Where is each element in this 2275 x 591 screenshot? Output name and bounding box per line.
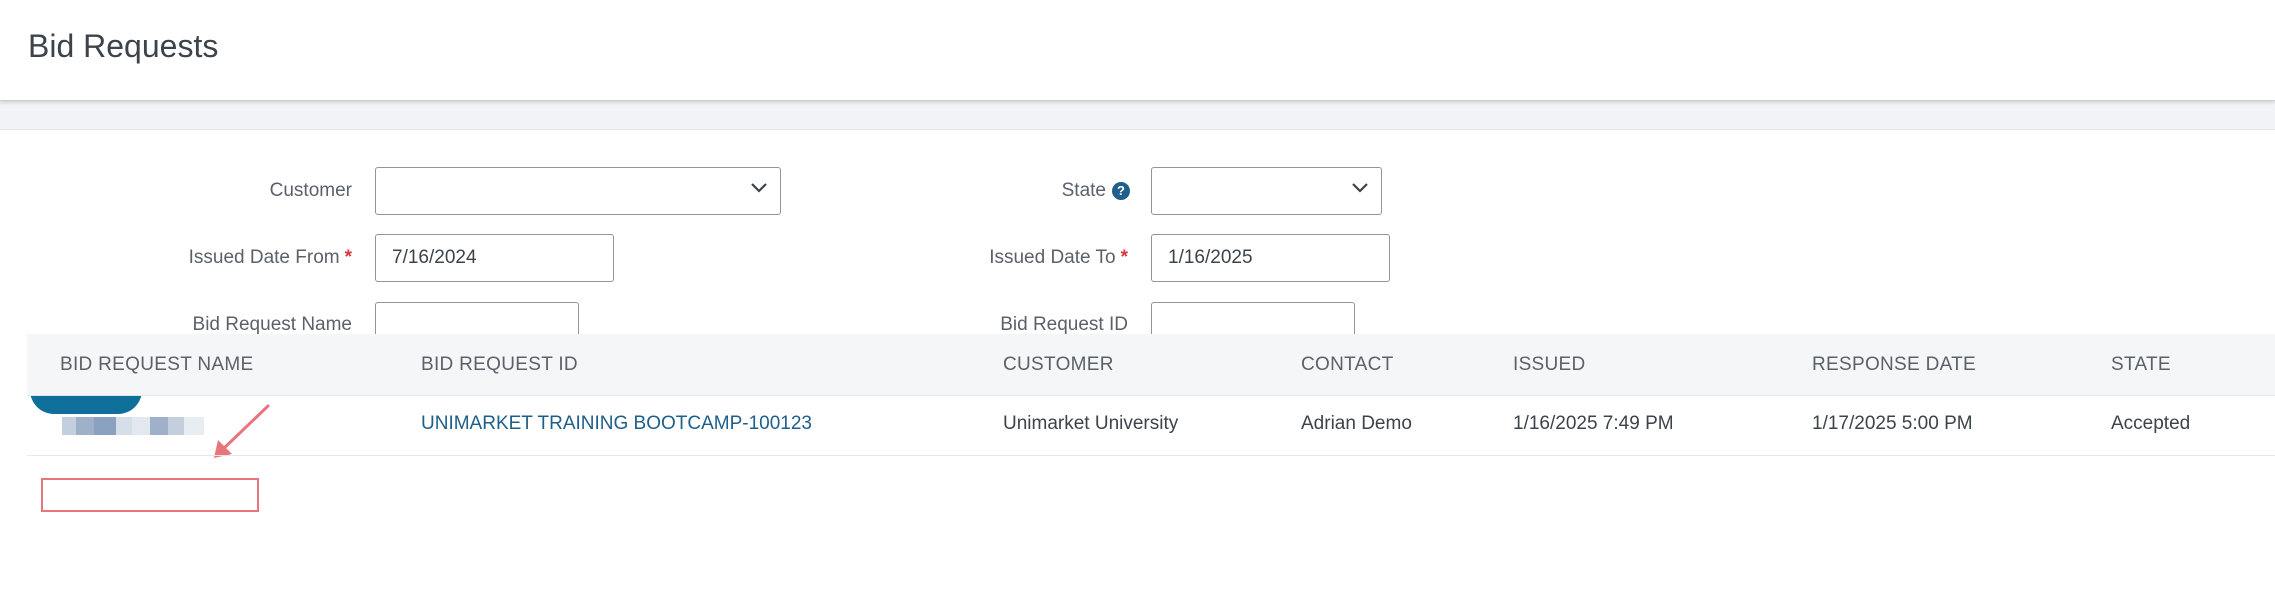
column-header-issued[interactable]: ISSUED (1513, 354, 1586, 376)
help-icon[interactable]: ? (1112, 182, 1130, 200)
page-title: Bid Requests (28, 28, 219, 64)
redacted-bid-name (62, 417, 204, 435)
state-select[interactable] (1151, 167, 1382, 215)
chevron-down-icon (1352, 183, 1368, 193)
column-header-customer[interactable]: CUSTOMER (1003, 354, 1114, 376)
customer-select[interactable] (375, 167, 781, 215)
state-cell: Accepted (2111, 413, 2191, 434)
customer-cell: Unimarket University (1003, 413, 1179, 434)
column-header-response-date[interactable]: RESPONSE DATE (1812, 354, 1976, 376)
table-header: BID REQUEST NAME BID REQUEST ID CUSTOMER… (27, 334, 2275, 396)
annotation-highlight-box (41, 478, 259, 512)
page-header: Bid Requests (0, 0, 2275, 101)
column-header-contact[interactable]: CONTACT (1301, 354, 1394, 376)
response-date-cell: 1/17/2025 5:00 PM (1812, 413, 1973, 434)
state-label: State? (900, 179, 1130, 203)
table-row[interactable]: UNIMARKET TRAINING BOOTCAMP-100123 Unima… (27, 396, 2275, 456)
required-mark: * (344, 247, 352, 268)
issued-to-label: Issued Date To * (989, 247, 1128, 268)
issued-from-input[interactable]: 7/16/2024 (375, 234, 614, 282)
issued-to-input[interactable]: 1/16/2025 (1151, 234, 1390, 282)
customer-label: Customer (269, 180, 352, 201)
column-header-bid-name[interactable]: BID REQUEST NAME (60, 354, 253, 376)
column-header-state[interactable]: STATE (2111, 354, 2171, 376)
issued-cell: 1/16/2025 7:49 PM (1513, 413, 1674, 434)
bid-request-id-link[interactable]: UNIMARKET TRAINING BOOTCAMP-100123 (421, 413, 812, 435)
contact-cell: Adrian Demo (1301, 413, 1412, 434)
column-header-bid-id[interactable]: BID REQUEST ID (421, 354, 578, 376)
chevron-down-icon (751, 183, 767, 193)
issued-from-label: Issued Date From * (188, 247, 352, 268)
required-mark: * (1120, 247, 1128, 268)
